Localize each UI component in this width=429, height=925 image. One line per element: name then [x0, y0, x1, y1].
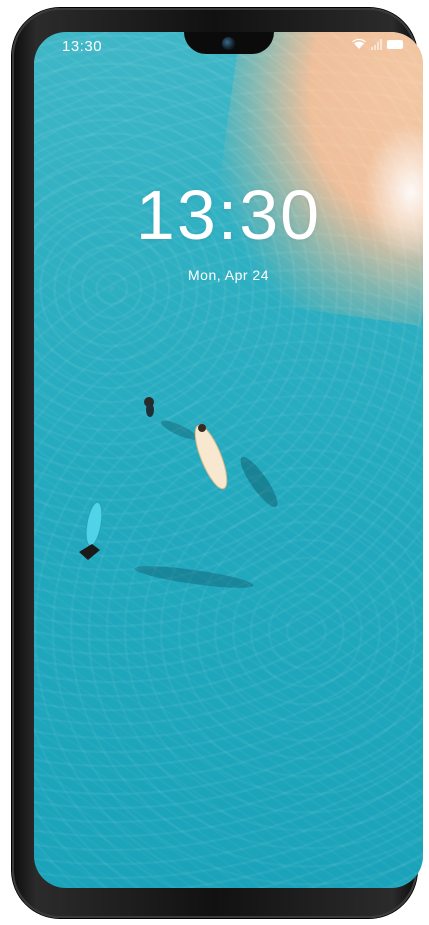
- surfer-shadow: [134, 566, 254, 588]
- swimmer-shadow: [160, 420, 198, 440]
- swimmer-body: [146, 403, 154, 417]
- lock-screen[interactable]: 13:30 13:30 Mon, Apr 24: [34, 32, 423, 888]
- surfboard-shadow: [240, 457, 278, 507]
- phone-frame: 13:30 13:30 Mon, Apr 24: [12, 8, 423, 918]
- signal-icon: [371, 39, 382, 50]
- status-icons: [352, 39, 403, 50]
- lock-date: Mon, Apr 24: [188, 267, 269, 283]
- wallpaper-surfers: [79, 397, 278, 588]
- white-surfboard: [194, 424, 228, 490]
- surfer-on-board: [198, 424, 206, 432]
- blue-surfboard: [85, 501, 103, 547]
- wifi-icon: [352, 39, 366, 49]
- status-time: 13:30: [62, 38, 103, 55]
- battery-icon: [387, 40, 403, 49]
- surfer-paddling: [79, 544, 100, 560]
- lock-clock: 13:30: [135, 176, 322, 254]
- status-bar: 13:30: [34, 32, 423, 60]
